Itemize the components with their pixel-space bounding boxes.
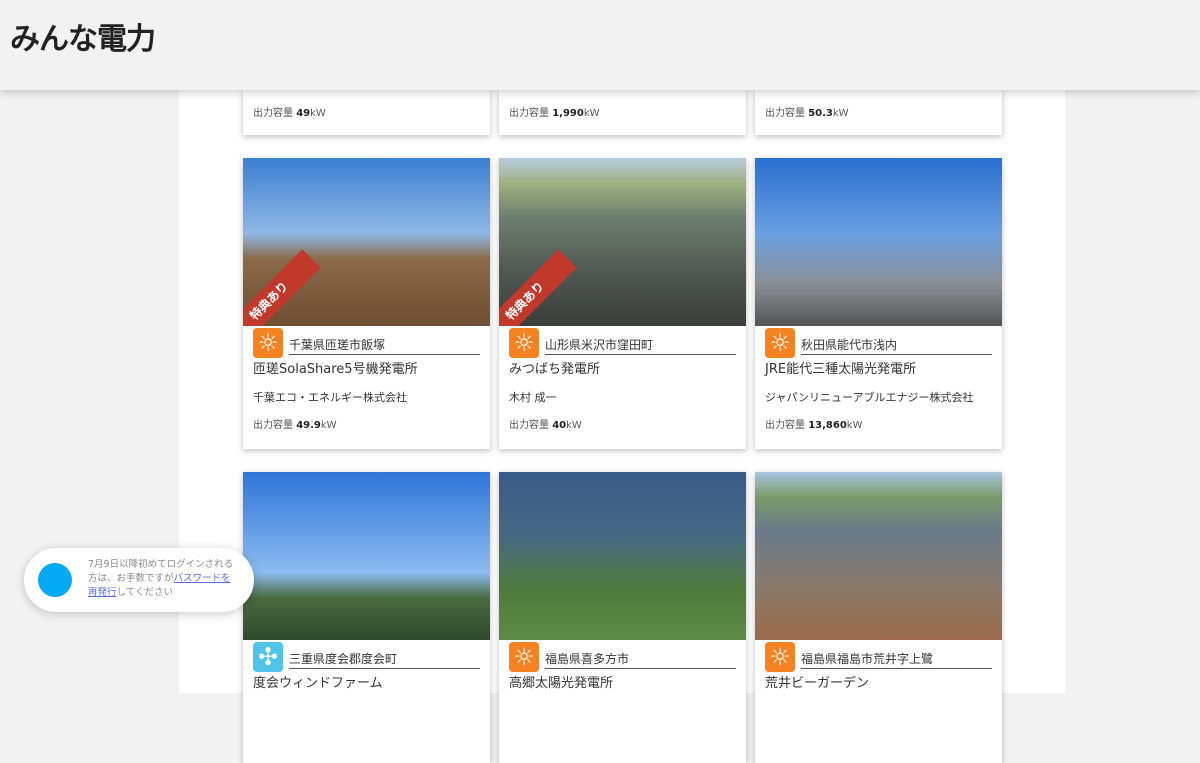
location: 千葉県匝瑳市飯塚 bbox=[289, 336, 480, 355]
plant-name: 度会ウィンドファーム bbox=[253, 676, 383, 691]
plant-name: 匝瑳SolaShare5号機発電所 bbox=[253, 362, 418, 377]
capacity-label: 出力容量 bbox=[253, 108, 293, 119]
capacity-label: 出力容量 bbox=[765, 420, 805, 431]
sun-icon: ☼ bbox=[765, 642, 795, 672]
benefit-badge: 特典あり bbox=[243, 249, 321, 326]
capacity-value: 40 bbox=[552, 420, 567, 431]
capacity-value: 13,860 bbox=[808, 420, 847, 431]
plant-photo: 特典あり bbox=[499, 158, 746, 326]
plant-name: JRE能代三種太陽光発電所 bbox=[765, 362, 917, 377]
sun-icon: ☼ bbox=[253, 328, 283, 358]
plant-card[interactable]: 出力容量 49kW bbox=[243, 90, 490, 135]
plant-photo bbox=[499, 472, 746, 640]
location: 福島県福島市荒井字上鷺 bbox=[801, 650, 992, 669]
plant-name: 高郷太陽光発電所 bbox=[509, 676, 614, 691]
plant-card[interactable]: ☼ 福島県喜多方市 高郷太陽光発電所 bbox=[499, 472, 746, 763]
capacity-unit: kW bbox=[583, 108, 600, 119]
capacity-label: 出力容量 bbox=[765, 108, 805, 119]
login-notice-toast: 7月9日以降初めてログインされる方は、お手数ですがパスワードを再発行してください bbox=[24, 548, 254, 612]
capacity-unit: kW bbox=[310, 108, 326, 119]
plant-name: 荒井ビーガーデン bbox=[765, 676, 870, 691]
location: 山形県米沢市窪田町 bbox=[545, 336, 736, 355]
plant-photo bbox=[243, 472, 490, 640]
plant-card[interactable]: ☼ 福島県福島市荒井字上鷺 荒井ビーガーデン bbox=[755, 472, 1002, 763]
capacity-value: 50.3 bbox=[808, 108, 833, 119]
wind-icon: ✣ bbox=[253, 642, 283, 672]
capacity-value: 49.9 bbox=[296, 420, 321, 431]
plant-card[interactable]: 出力容量 50.3kW bbox=[755, 90, 1002, 135]
capacity-label: 出力容量 bbox=[509, 108, 549, 119]
location: 福島県喜多方市 bbox=[545, 650, 736, 669]
capacity-unit: kW bbox=[320, 420, 337, 431]
content-column: 出力容量 49kW 出力容量 1,990kW 出力容量 50.3kW 特典あり … bbox=[179, 0, 1065, 763]
capacity-label: 出力容量 bbox=[253, 420, 293, 431]
owner: 千葉エコ・エネルギー株式会社 bbox=[253, 391, 407, 404]
plant-card[interactable]: 特典あり ☼ 千葉県匝瑳市飯塚 匝瑳SolaShare5号機発電所 千葉エコ・エネ… bbox=[243, 158, 490, 449]
logo[interactable]: みんな電力 bbox=[10, 14, 156, 58]
sun-icon: ☼ bbox=[765, 328, 795, 358]
benefit-badge: 特典あり bbox=[499, 249, 577, 326]
capacity-value: 49 bbox=[296, 108, 311, 119]
notice-text-end: してください bbox=[116, 587, 173, 598]
capacity-unit: kW bbox=[846, 420, 863, 431]
owner: ジャパンリニューアブルエナジー株式会社 bbox=[765, 391, 974, 404]
location: 三重県度会郡度会町 bbox=[289, 650, 480, 669]
capacity-unit: kW bbox=[832, 108, 849, 119]
plant-card[interactable]: 出力容量 1,990kW bbox=[499, 90, 746, 135]
location: 秋田県能代市浅内 bbox=[801, 336, 992, 355]
sun-icon: ☼ bbox=[509, 328, 539, 358]
capacity-unit: kW bbox=[566, 420, 582, 431]
capacity-value: 1,990 bbox=[552, 108, 584, 119]
plant-card[interactable]: 特典あり ☼ 山形県米沢市窪田町 みつばち発電所 木村 成一 出力容量 40kW bbox=[499, 158, 746, 449]
plant-photo: 特典あり bbox=[243, 158, 490, 326]
plant-photo bbox=[755, 472, 1002, 640]
site-header: みんな電力 bbox=[0, 0, 1200, 90]
plant-card[interactable]: ✣ 三重県度会郡度会町 度会ウィンドファーム bbox=[243, 472, 490, 763]
owner: 木村 成一 bbox=[509, 391, 557, 404]
sun-icon: ☼ bbox=[509, 642, 539, 672]
notice-icon bbox=[38, 563, 72, 597]
capacity-label: 出力容量 bbox=[509, 420, 549, 431]
plant-card[interactable]: ☼ 秋田県能代市浅内 JRE能代三種太陽光発電所 ジャパンリニューアブルエナジー株… bbox=[755, 158, 1002, 449]
plant-photo bbox=[755, 158, 1002, 326]
plant-name: みつばち発電所 bbox=[509, 362, 601, 377]
